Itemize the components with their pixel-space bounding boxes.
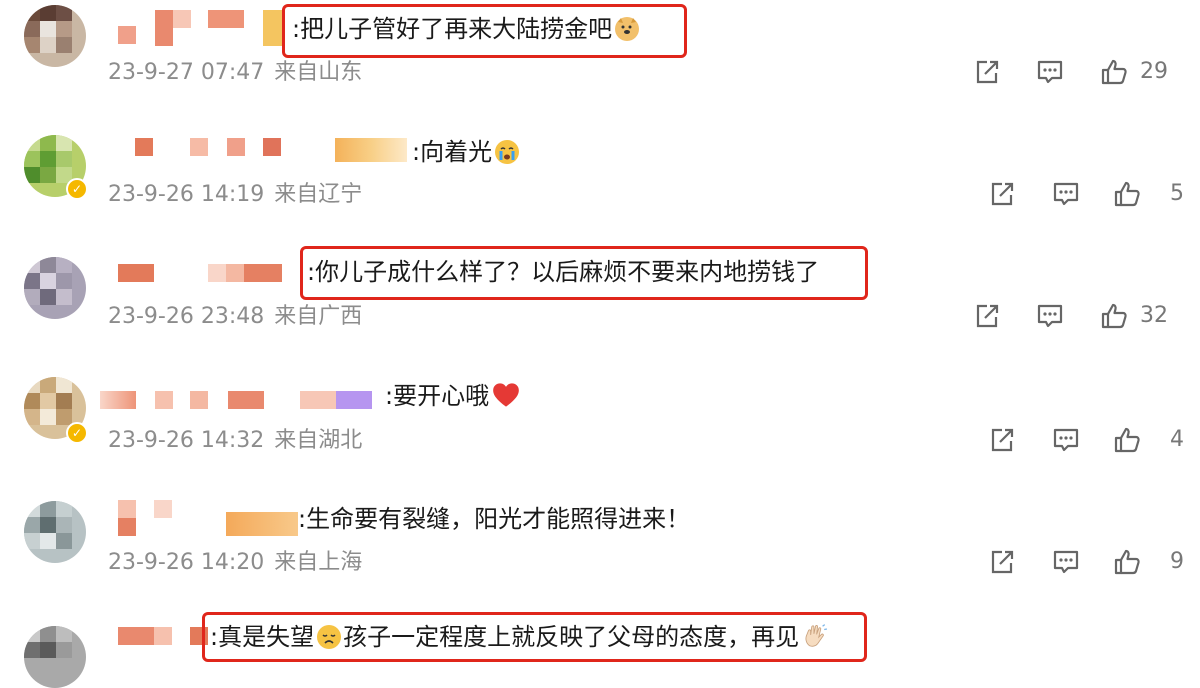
comment-location: 来自上海 — [274, 550, 363, 575]
reply-icon[interactable] — [1052, 548, 1080, 576]
comment-item: :生命要有裂缝，阳光才能照得进来！ 23-9-26 14:20 来自上海 9 — [0, 488, 1200, 610]
crying-face-emoji-icon — [495, 140, 520, 164]
like-icon[interactable] — [1113, 180, 1141, 208]
comment-item: :真是失望 孩子一定程度上就反映了父母的态度，再见 — [0, 610, 1200, 688]
verified-badge-icon: ✓ — [66, 422, 88, 444]
comment-location: 来自辽宁 — [274, 182, 363, 207]
username-blurred[interactable] — [100, 10, 285, 46]
username-blurred[interactable] — [100, 391, 375, 409]
like-count: 4 — [1170, 427, 1184, 452]
comment-time: 23-9-26 14:20 — [108, 550, 265, 575]
share-icon[interactable] — [973, 58, 1001, 86]
comment-item: ✓ :要开心哦 23-9-26 14:32 来自湖北 4 — [0, 366, 1200, 488]
reply-icon[interactable] — [1036, 302, 1064, 330]
verified-badge-icon: ✓ — [66, 178, 88, 200]
username-blurred[interactable] — [118, 627, 208, 645]
comment-text: :你儿子成什么样了？以后麻烦不要来内地捞钱了 — [307, 258, 820, 286]
comment-time: 23-9-26 14:19 — [108, 182, 265, 207]
comment-meta: 23-9-27 07:47 来自山东 — [108, 60, 372, 86]
username-blurred[interactable] — [135, 138, 410, 162]
avatar[interactable] — [24, 501, 86, 563]
like-count: 9 — [1170, 549, 1184, 574]
comment-actions: 32 — [970, 302, 1200, 332]
comment-item: :把儿子管好了再来大陆捞金吧 23-9-27 07:47 来自山东 29 — [0, 0, 1200, 122]
comment-meta: 23-9-26 14:32 来自湖北 — [108, 428, 372, 454]
doge-emoji-icon — [615, 17, 640, 41]
avatar[interactable] — [24, 626, 86, 688]
comment-location: 来自广西 — [274, 304, 363, 329]
like-count: 32 — [1140, 303, 1168, 328]
like-icon[interactable] — [1113, 426, 1141, 454]
comment-meta: 23-9-26 14:20 来自上海 — [108, 550, 372, 576]
comment-actions: 29 — [970, 58, 1200, 88]
comment-text: :真是失望 孩子一定程度上就反映了父母的态度，再见 — [210, 622, 828, 652]
disappointed-face-emoji-icon — [317, 625, 342, 649]
avatar[interactable] — [24, 5, 86, 67]
comment-meta: 23-9-26 23:48 来自广西 — [108, 304, 372, 330]
username-blurred[interactable] — [118, 500, 298, 536]
reply-icon[interactable] — [1052, 180, 1080, 208]
avatar[interactable] — [24, 257, 86, 319]
comment-location: 来自湖北 — [274, 428, 363, 453]
comment-time: 23-9-26 14:32 — [108, 428, 265, 453]
comment-actions: 4 — [970, 426, 1200, 456]
like-count: 29 — [1140, 59, 1168, 84]
comment-text: :生命要有裂缝，阳光才能照得进来！ — [298, 505, 691, 533]
comment-time: 23-9-26 23:48 — [108, 304, 265, 329]
share-icon[interactable] — [973, 302, 1001, 330]
red-heart-emoji-icon — [492, 382, 519, 407]
comment-actions: 5 — [970, 180, 1200, 210]
like-icon[interactable] — [1113, 548, 1141, 576]
waving-hand-emoji-icon — [802, 623, 828, 647]
comment-actions: 9 — [970, 548, 1200, 578]
like-count: 5 — [1170, 181, 1184, 206]
share-icon[interactable] — [988, 180, 1016, 208]
comment-meta: 23-9-26 14:19 来自辽宁 — [108, 182, 372, 208]
username-blurred[interactable] — [118, 264, 306, 284]
comment-time: 23-9-27 07:47 — [108, 60, 265, 85]
like-icon[interactable] — [1100, 58, 1128, 86]
comment-text: :向着光 — [412, 137, 520, 167]
comment-text: :把儿子管好了再来大陆捞金吧 — [292, 14, 640, 44]
share-icon[interactable] — [988, 426, 1016, 454]
reply-icon[interactable] — [1036, 58, 1064, 86]
reply-icon[interactable] — [1052, 426, 1080, 454]
comment-location: 来自山东 — [274, 60, 363, 85]
comment-text: :要开心哦 — [385, 381, 519, 411]
comment-item: :你儿子成什么样了？以后麻烦不要来内地捞钱了 23-9-26 23:48 来自广西… — [0, 244, 1200, 366]
share-icon[interactable] — [988, 548, 1016, 576]
comment-item: ✓ :向着光 23-9-26 14:19 来自辽宁 5 — [0, 122, 1200, 244]
like-icon[interactable] — [1100, 302, 1128, 330]
